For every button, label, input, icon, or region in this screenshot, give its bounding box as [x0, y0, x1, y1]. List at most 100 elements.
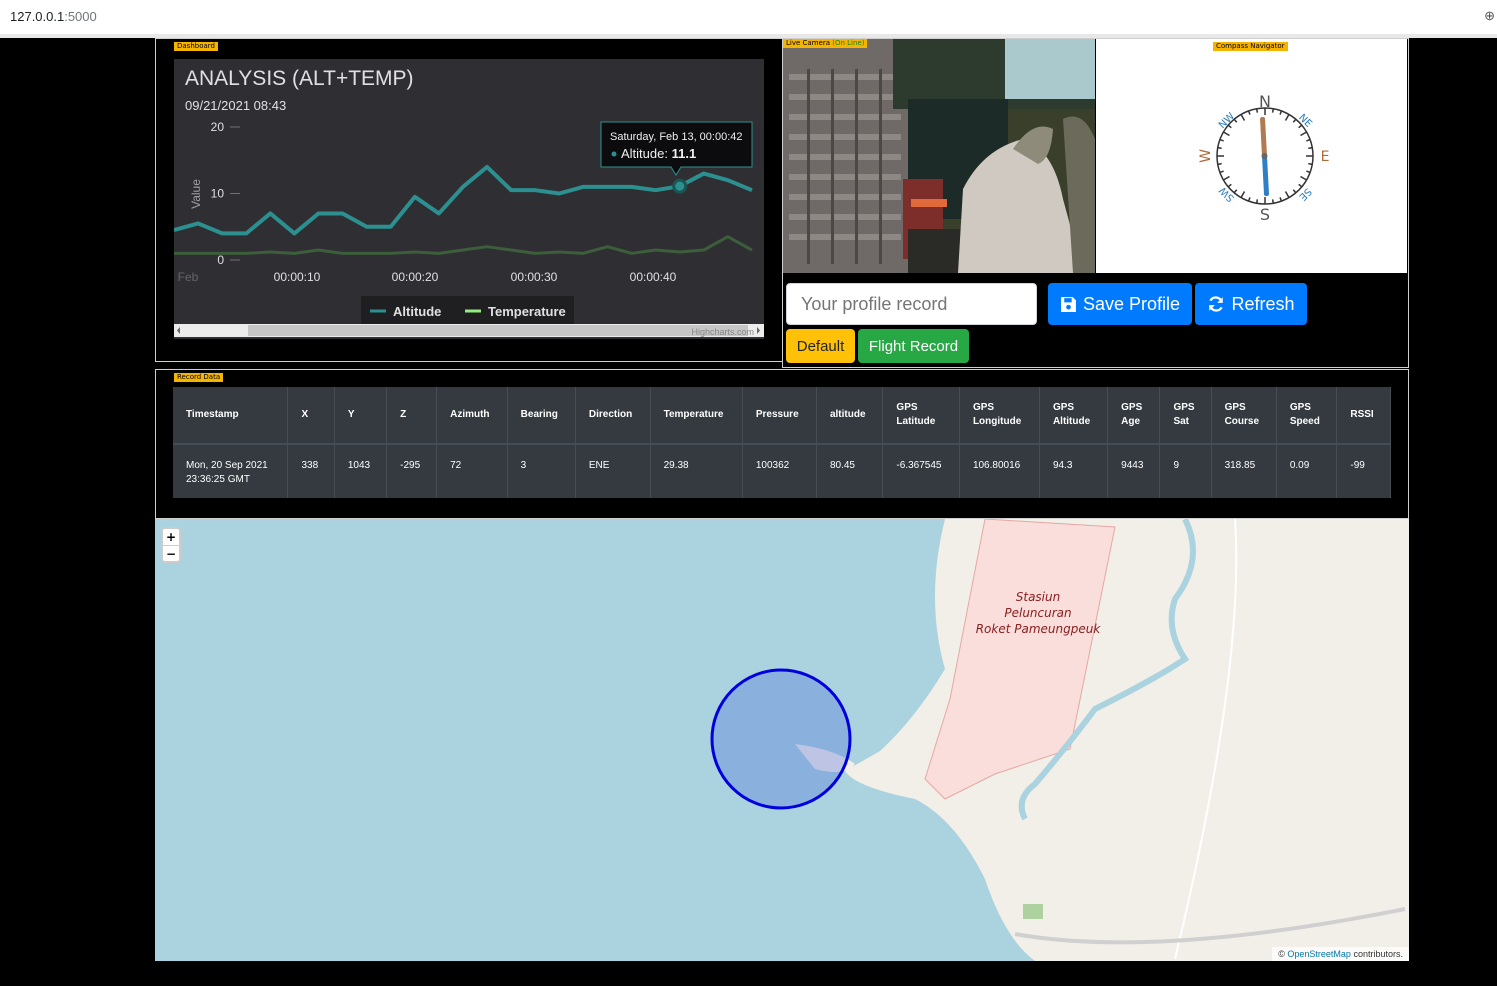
- table-header-text: altitude: [829, 409, 866, 420]
- compass-needle-south: [1262, 155, 1269, 197]
- table-header-text: Direction: [588, 409, 633, 420]
- refresh-button[interactable]: Refresh: [1195, 283, 1307, 325]
- url-host: 127.0.0.1: [10, 9, 65, 24]
- table-cell-text: -6.367545: [896, 460, 942, 471]
- compass-nw: NW: [1217, 111, 1237, 131]
- attribution-prefix: ©: [1278, 949, 1285, 959]
- x-axis-ticks: Feb 00:00:10 00:00:20 00:00:30 00:00:40: [178, 270, 677, 284]
- table-header-cell: X: [287, 387, 335, 445]
- table-header-text: Age: [1121, 416, 1141, 427]
- table-cell-text: 1043: [347, 460, 371, 471]
- table-header-cell: Azimuth: [436, 387, 508, 445]
- position-circle[interactable]: [710, 668, 852, 810]
- table-cell-text: Mon, 20 Sep 2021: [186, 460, 268, 471]
- compass-tick: [1284, 114, 1290, 121]
- x-tick-label: 00:00:40: [630, 270, 677, 284]
- table-header-text: GPS: [972, 402, 995, 413]
- table-cell: 29.38: [650, 444, 743, 498]
- chart-scrollbar[interactable]: [174, 324, 764, 337]
- table-cell-text: ENE: [588, 460, 610, 471]
- table-cell-text: 94.3: [1052, 460, 1073, 471]
- table-cell-text: -99: [1350, 460, 1365, 471]
- table-header-cell: Bearing: [507, 387, 576, 445]
- table-header-text: GPS: [1173, 402, 1195, 413]
- legend-temperature[interactable]: Temperature: [488, 304, 566, 319]
- table-header-text: Altitude: [1052, 416, 1091, 427]
- table-cell-text: 9: [1173, 460, 1180, 471]
- table-header-cell: Timestamp: [173, 387, 289, 445]
- table-header-cell: Pressure: [742, 387, 817, 445]
- scrollbar-thumb[interactable]: [248, 325, 748, 336]
- chart-subtitle: 09/21/2021 08:43: [185, 98, 286, 113]
- map-canvas[interactable]: Stasiun Peluncuran Roket Pameungpeuk: [155, 519, 1409, 961]
- table-cell: Mon, 20 Sep 2021 23:36:25 GMT: [173, 444, 289, 498]
- compass-tick: [1300, 131, 1307, 137]
- compass-tick: [1284, 191, 1290, 198]
- table-header-cell: RSSI: [1336, 387, 1391, 445]
- table-cell: -6.367545: [882, 444, 960, 498]
- table-header-row: Timestamp X Y Z Azimuth Bearing Direction Tempe…: [173, 387, 1391, 445]
- save-profile-button[interactable]: Save Profile: [1048, 283, 1192, 325]
- map-label-line-2: Peluncuran: [1004, 606, 1071, 620]
- chart-legend[interactable]: Altitude Temperature: [361, 296, 574, 324]
- x-tick-label: 00:00:10: [274, 270, 321, 284]
- chart-svg: ANALYSIS (ALT+TEMP) 09/21/2021 08:43 Val…: [173, 67, 764, 337]
- table-cell-text: -295: [400, 460, 421, 471]
- default-button[interactable]: Default: [786, 329, 855, 363]
- table-header-cell: Z: [386, 387, 438, 445]
- camera-status: (On Line): [832, 39, 865, 47]
- openstreetmap-link[interactable]: OpenStreetMap: [1287, 949, 1351, 959]
- compass-tick: [1240, 114, 1246, 121]
- x-tick-label: 00:00:20: [392, 270, 439, 284]
- zoom-out-button[interactable]: −: [163, 546, 179, 562]
- table-cell: -99: [1336, 444, 1391, 498]
- table-header-text: Course: [1224, 416, 1260, 427]
- y-tick-label: 20: [211, 120, 225, 134]
- profile-record-input[interactable]: [786, 283, 1037, 325]
- camera-image: [783, 39, 1095, 273]
- table-cell: 106.80016: [959, 444, 1040, 498]
- attribution-suffix: contributors.: [1353, 949, 1403, 959]
- refresh-label: Refresh: [1231, 293, 1295, 314]
- table-header-text: GPS: [1289, 402, 1311, 413]
- table-header-cell: GPS Longitude: [959, 387, 1040, 445]
- table-header-cell: GPS Sat: [1159, 387, 1212, 445]
- table-cell-text: 29.38: [663, 460, 689, 471]
- table-header-text: GPS: [896, 402, 918, 413]
- record-data-tag: Record Data: [174, 373, 224, 382]
- zoom-in-button[interactable]: +: [163, 529, 179, 546]
- browser-address-bar[interactable]: 127.0.0.1:5000 ⊕: [0, 0, 1497, 35]
- analysis-chart: ANALYSIS (ALT+TEMP) 09/21/2021 08:43 Val…: [173, 59, 764, 339]
- table-cell: 100362: [742, 444, 817, 498]
- table-header-text: Bearing: [520, 409, 558, 420]
- chart-tooltip: Saturday, Feb 13, 00:00:42 Altitude: 11.…: [600, 121, 753, 176]
- table-cell-text: 80.45: [829, 460, 855, 471]
- table-header-text: Latitude: [896, 416, 936, 427]
- table-cell: 338: [287, 444, 335, 498]
- map-zoom-control[interactable]: + −: [161, 527, 181, 563]
- table-header-cell: GPS Speed: [1276, 387, 1338, 445]
- url-text[interactable]: 127.0.0.1:5000: [10, 9, 97, 24]
- zoom-icon[interactable]: ⊕: [1484, 8, 1495, 24]
- tooltip-value: 11.1: [672, 146, 697, 161]
- x-tick-label: Feb: [178, 270, 199, 284]
- table-header-cell: GPS Course: [1211, 387, 1277, 445]
- table-header-cell: altitude: [816, 387, 884, 445]
- map-view[interactable]: Stasiun Peluncuran Roket Pameungpeuk + −…: [155, 519, 1409, 961]
- map-attribution: © OpenStreetMap contributors.: [1272, 947, 1409, 961]
- chart-credits[interactable]: Highcharts.com: [691, 327, 754, 337]
- table-cell: 9443: [1107, 444, 1161, 498]
- table-cell-text: 100362: [755, 460, 790, 471]
- tooltip-series-name: Altitude: [621, 146, 664, 161]
- legend-altitude[interactable]: Altitude: [393, 304, 441, 319]
- table-header-text: GPS: [1224, 402, 1246, 413]
- series-line-altitude: [173, 164, 753, 236]
- table-header-text: Speed: [1289, 416, 1320, 427]
- table-row: Mon, 20 Sep 2021 23:36:25 GMT 338 1043 -295 7…: [173, 444, 1391, 498]
- dashboard-tag: Dashboard: [174, 42, 218, 51]
- compass-panel: N S E W NE NW SE SW: [1096, 39, 1407, 273]
- live-camera-tag-label: Live Camera: [786, 39, 830, 47]
- table-cell: 94.3: [1039, 444, 1109, 498]
- table-header-cell: GPS Age: [1107, 387, 1161, 445]
- flight-record-button[interactable]: Flight Record: [858, 329, 969, 363]
